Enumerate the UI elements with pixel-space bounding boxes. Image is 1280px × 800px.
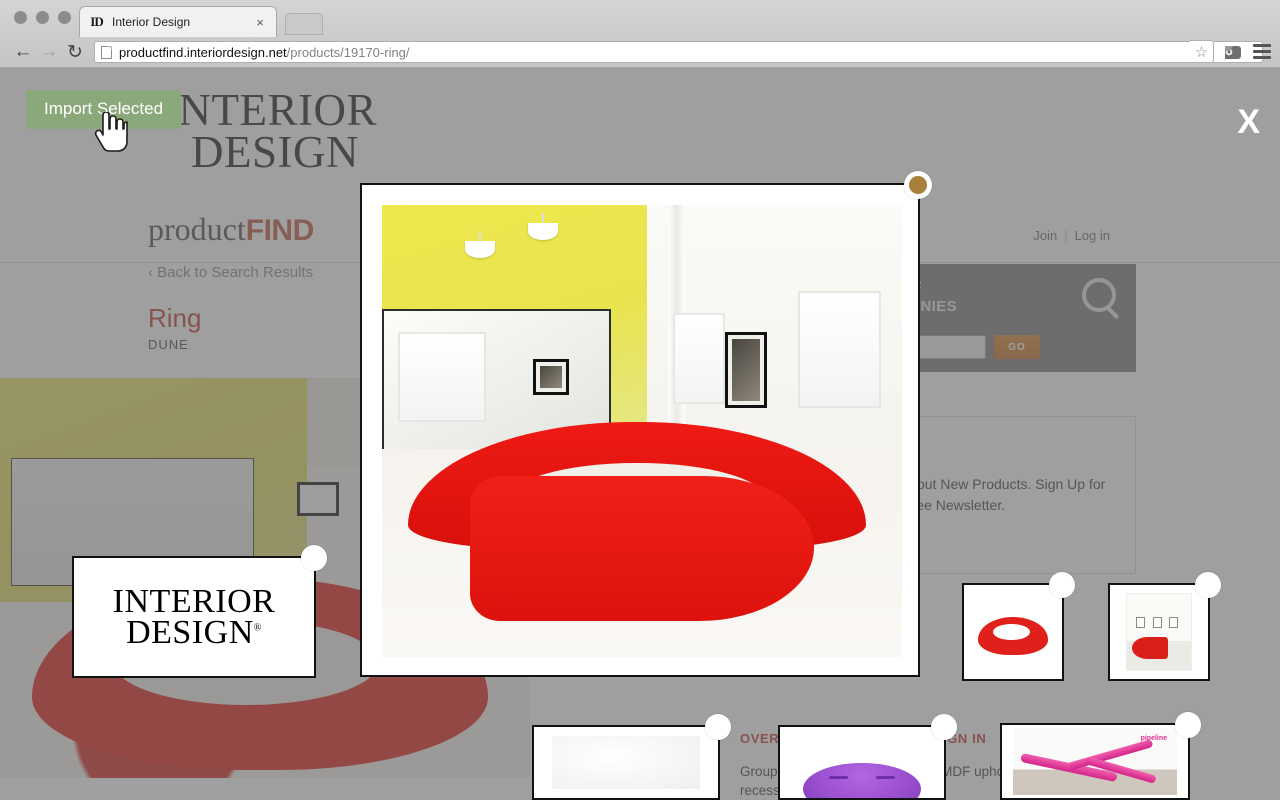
url-domain: productfind.interiordesign.net [119, 44, 287, 60]
room-thumbnail [1125, 593, 1193, 671]
card-inner: INTERIOR DESIGN® [74, 558, 314, 676]
card-inner [780, 727, 944, 798]
back-icon[interactable]: ← [10, 39, 36, 65]
image-card-blank-white-product[interactable] [532, 714, 731, 800]
wall-art [1152, 616, 1162, 628]
omnibox-toolbar: ← → ↻ productfind.interiordesign.net/pro… [0, 37, 1280, 67]
maximize-window-button[interactable] [58, 11, 71, 24]
close-extension-button[interactable]: X [1237, 105, 1260, 139]
browser-tab[interactable]: ID Interior Design × [79, 6, 277, 37]
tab-strip: ID Interior Design × [0, 0, 1280, 37]
trademark-symbol: ® [253, 622, 262, 634]
browser-chrome: ID Interior Design × ← → ↻ productfind.i… [0, 0, 1280, 68]
selection-dot[interactable] [1175, 712, 1201, 738]
close-window-button[interactable] [14, 11, 27, 24]
image-card-red-sofa-in-room[interactable] [1108, 572, 1221, 681]
card-inner [964, 585, 1062, 679]
selection-dot[interactable] [931, 714, 957, 740]
pipeline-logo-text: pipeline [1140, 734, 1168, 742]
interior-design-favicon: ID [90, 14, 103, 29]
image-card-pink-pipeline-product[interactable]: pipeline [1000, 712, 1201, 800]
interior-design-logo-image: INTERIOR DESIGN® [74, 558, 314, 676]
logo-line-2: DESIGN® [126, 614, 262, 651]
screen: ID Interior Design × ← → ↻ productfind.i… [0, 0, 1280, 800]
import-selected-button[interactable]: Import Selected [26, 90, 182, 129]
pipeline-thumbnail: pipeline [1013, 727, 1177, 796]
pendant-lamp-icon [527, 223, 558, 241]
hero-room-image [382, 205, 902, 657]
close-icon[interactable]: × [252, 15, 268, 30]
card-inner [534, 727, 718, 798]
card-inner [1110, 585, 1208, 679]
white-product-thumbnail [552, 735, 700, 790]
red-sofa [1131, 636, 1169, 660]
address-bar[interactable]: productfind.interiordesign.net/products/… [94, 41, 1263, 63]
selection-dot[interactable] [301, 545, 327, 571]
framed-artwork [725, 331, 767, 409]
url-text: productfind.interiordesign.net/products/… [119, 45, 410, 60]
bookmark-star-icon[interactable]: ☆ [1190, 40, 1214, 63]
image-card-hero-room-photo[interactable] [360, 171, 932, 677]
red-ring-sofa-front [470, 476, 814, 621]
selection-dot[interactable] [1049, 572, 1075, 598]
extension-glyph [1225, 46, 1241, 59]
selection-dot-selected[interactable] [904, 171, 932, 199]
minimize-window-button[interactable] [36, 11, 49, 24]
framed-artwork [532, 358, 570, 395]
selection-dot[interactable] [705, 714, 731, 740]
red-ring-sofa-thumbnail [977, 616, 1049, 655]
purple-ottoman-thumbnail [802, 762, 922, 798]
tab-title: Interior Design [112, 15, 191, 29]
wall-art [1135, 616, 1145, 628]
page-info-icon [101, 45, 112, 59]
window [798, 290, 882, 409]
card-inner: pipeline [1002, 725, 1188, 798]
window [397, 331, 486, 422]
new-tab-button[interactable] [285, 13, 323, 35]
image-card-interior-design-logo[interactable]: INTERIOR DESIGN® [72, 545, 327, 678]
forward-icon[interactable]: → [36, 39, 62, 65]
image-card-red-ring-sofa-product[interactable] [962, 572, 1075, 681]
selection-dot[interactable] [1195, 572, 1221, 598]
card-inner [362, 185, 918, 675]
wall-art [1169, 616, 1179, 628]
window [673, 313, 726, 404]
window-traffic-lights[interactable] [14, 11, 71, 24]
image-card-purple-ottoman-product[interactable] [778, 714, 957, 800]
hamburger-menu-icon[interactable] [1253, 44, 1271, 59]
url-path: /products/19170-ring/ [286, 44, 410, 60]
extension-icon[interactable] [1222, 42, 1244, 61]
logo-line-1: INTERIOR [112, 582, 276, 620]
reload-icon[interactable]: ↻ [62, 39, 88, 65]
